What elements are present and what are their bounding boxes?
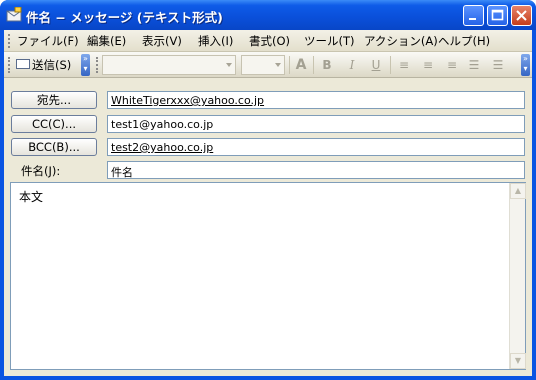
bcc-address: test2@yahoo.co.jp [111, 141, 214, 154]
minimize-icon [469, 18, 476, 20]
menu-tools[interactable]: ツール(T) [304, 33, 355, 49]
menu-grip-handle[interactable] [8, 34, 11, 48]
cc-button[interactable]: CC(C)... [11, 115, 97, 133]
toolbar-separator [390, 56, 391, 74]
send-mail-icon [16, 59, 30, 69]
align-center-icon[interactable]: ≡ [420, 57, 436, 73]
scroll-down-icon[interactable]: ▼ [510, 353, 526, 369]
scroll-up-icon[interactable]: ▲ [510, 183, 526, 199]
menu-insert[interactable]: 挿入(I) [198, 33, 233, 49]
bullets-icon[interactable]: ☰ [466, 57, 482, 73]
menu-view[interactable]: 表示(V) [142, 33, 182, 49]
send-button-label: 送信(S) [32, 58, 72, 72]
message-body-text: 本文 [19, 190, 44, 204]
minimize-button[interactable] [463, 5, 484, 26]
font-color-icon[interactable]: A [293, 57, 309, 73]
message-body[interactable]: 本文 ▲ ▼ [10, 182, 526, 370]
maximize-icon [491, 9, 504, 21]
menu-edit[interactable]: 編集(E) [87, 33, 126, 49]
subject-label: 件名(J): [21, 164, 61, 178]
bold-icon[interactable]: B [319, 57, 335, 73]
menu-help[interactable]: ヘルプ(H) [438, 33, 490, 49]
subject-field[interactable]: 件名 [107, 161, 525, 179]
menu-bar: ファイル(F) 編集(E) 表示(V) 挿入(I) 書式(O) ツール(T) ア… [4, 30, 532, 52]
window-title: 件名 − メッセージ (テキスト形式) [26, 10, 223, 25]
message-window: 件名 − メッセージ (テキスト形式) ファイル(F) 編集(E) 表示(V) … [0, 0, 536, 380]
chevron-down-icon [275, 63, 281, 67]
toolbar-separator [289, 56, 290, 74]
subject-value: 件名 [111, 166, 133, 179]
send-button[interactable]: 送信(S) [14, 55, 75, 75]
close-icon [516, 10, 527, 21]
toolbar2-grip-handle[interactable] [96, 57, 99, 73]
formatting-toolbar: 送信(S) » ▾ A B I U ≡ ≡ ≡ ☰ ☰ » ▾ [4, 52, 532, 78]
vertical-scrollbar[interactable]: ▲ ▼ [509, 183, 526, 369]
envelope-icon [6, 7, 22, 22]
menu-actions[interactable]: アクション(A) [364, 33, 438, 49]
font-name-combo[interactable] [102, 55, 236, 75]
close-button[interactable] [511, 5, 532, 26]
numbering-icon[interactable]: ☰ [490, 57, 506, 73]
menu-file[interactable]: ファイル(F) [17, 33, 79, 49]
toolbar2-options-chevron[interactable]: » ▾ [521, 54, 530, 76]
toolbar-options-chevron[interactable]: » ▾ [81, 54, 90, 76]
cc-field[interactable]: test1@yahoo.co.jp [107, 115, 525, 133]
to-address: WhiteTigerxxx@yahoo.co.jp [111, 94, 265, 107]
to-button[interactable]: 宛先... [11, 91, 97, 109]
toolbar-separator [313, 56, 314, 74]
to-field[interactable]: WhiteTigerxxx@yahoo.co.jp [107, 91, 525, 109]
underline-icon[interactable]: U [368, 57, 384, 73]
bcc-field[interactable]: test2@yahoo.co.jp [107, 138, 525, 156]
title-bar[interactable]: 件名 − メッセージ (テキスト形式) [0, 0, 536, 30]
font-size-combo[interactable] [241, 55, 285, 75]
toolbar-grip-handle[interactable] [8, 57, 11, 73]
align-left-icon[interactable]: ≡ [396, 57, 412, 73]
bcc-button[interactable]: BCC(B)... [11, 138, 97, 156]
italic-icon[interactable]: I [344, 57, 360, 73]
menu-format[interactable]: 書式(O) [249, 33, 290, 49]
client-area: ファイル(F) 編集(E) 表示(V) 挿入(I) 書式(O) ツール(T) ア… [4, 30, 532, 376]
chevron-down-icon [226, 63, 232, 67]
align-right-icon[interactable]: ≡ [444, 57, 460, 73]
maximize-button[interactable] [487, 5, 508, 26]
cc-address: test1@yahoo.co.jp [111, 118, 214, 131]
